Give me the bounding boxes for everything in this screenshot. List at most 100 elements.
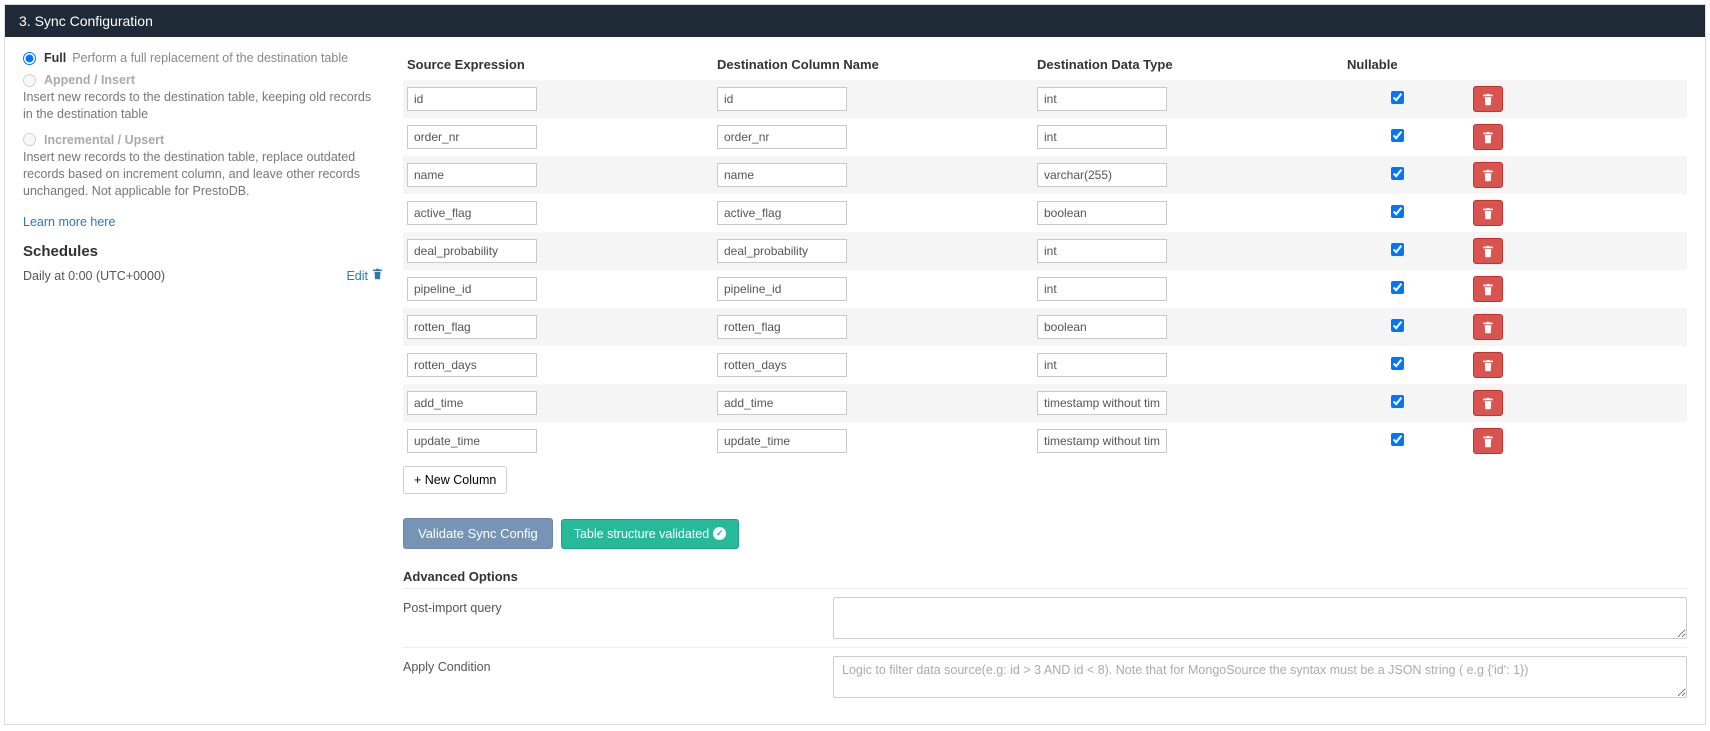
source-expression-input[interactable] — [407, 125, 537, 149]
sync-mode-desc: Insert new records to the destination ta… — [23, 89, 383, 123]
destination-type-input[interactable] — [1037, 429, 1167, 453]
source-expression-input[interactable] — [407, 353, 537, 377]
destination-column-input[interactable] — [717, 125, 847, 149]
table-header-row: Source Expression Destination Column Nam… — [403, 51, 1687, 80]
nullable-checkbox[interactable] — [1391, 319, 1404, 332]
trash-icon — [1482, 359, 1494, 372]
delete-row-button[interactable] — [1473, 390, 1503, 416]
sync-mode-radio-append — [23, 74, 36, 87]
sync-config-panel: 3. Sync Configuration Full Perform a ful… — [4, 4, 1706, 725]
destination-column-input[interactable] — [717, 87, 847, 111]
learn-more-link[interactable]: Learn more here — [23, 215, 115, 229]
delete-row-button[interactable] — [1473, 200, 1503, 226]
col-header-nullable: Nullable — [1347, 57, 1447, 72]
nullable-checkbox[interactable] — [1391, 205, 1404, 218]
destination-type-input[interactable] — [1037, 315, 1167, 339]
delete-row-button[interactable] — [1473, 238, 1503, 264]
table-row — [403, 384, 1687, 422]
destination-type-input[interactable] — [1037, 87, 1167, 111]
new-column-button[interactable]: + New Column — [403, 466, 507, 494]
validation-status-badge: Table structure validated ✓ — [561, 519, 740, 549]
destination-column-input[interactable] — [717, 239, 847, 263]
edit-schedule-link[interactable]: Edit — [346, 268, 383, 283]
source-expression-input[interactable] — [407, 315, 537, 339]
destination-type-input[interactable] — [1037, 239, 1167, 263]
destination-type-input[interactable] — [1037, 353, 1167, 377]
delete-row-button[interactable] — [1473, 276, 1503, 302]
nullable-checkbox[interactable] — [1391, 395, 1404, 408]
nullable-checkbox[interactable] — [1391, 167, 1404, 180]
sync-mode-full[interactable]: Full Perform a full replacement of the d… — [23, 51, 383, 65]
source-expression-input[interactable] — [407, 239, 537, 263]
sync-mode-inline-desc: Perform a full replacement of the destin… — [72, 51, 348, 65]
delete-row-button[interactable] — [1473, 162, 1503, 188]
advanced-options-heading: Advanced Options — [403, 569, 1687, 584]
delete-row-button[interactable] — [1473, 428, 1503, 454]
destination-column-input[interactable] — [717, 201, 847, 225]
advanced-option-row: Post-import query — [403, 588, 1687, 647]
schedule-row: Daily at 0:00 (UTC+0000) Edit — [23, 268, 383, 283]
source-expression-input[interactable] — [407, 87, 537, 111]
destination-column-input[interactable] — [717, 163, 847, 187]
trash-icon — [1482, 207, 1494, 220]
trash-icon — [372, 268, 383, 283]
validate-sync-config-button[interactable]: Validate Sync Config — [403, 518, 553, 549]
destination-column-input[interactable] — [717, 277, 847, 301]
delete-row-button[interactable] — [1473, 314, 1503, 340]
sync-mode-radio-full[interactable] — [23, 52, 36, 65]
button-row: Validate Sync Config Table structure val… — [403, 518, 1687, 549]
destination-type-input[interactable] — [1037, 277, 1167, 301]
destination-type-input[interactable] — [1037, 201, 1167, 225]
nullable-checkbox[interactable] — [1391, 243, 1404, 256]
destination-column-input[interactable] — [717, 391, 847, 415]
destination-type-input[interactable] — [1037, 163, 1167, 187]
trash-icon — [1482, 169, 1494, 182]
sidebar: Full Perform a full replacement of the d… — [23, 51, 403, 706]
trash-icon — [1482, 131, 1494, 144]
nullable-checkbox[interactable] — [1391, 433, 1404, 446]
col-header-type: Destination Data Type — [1037, 57, 1347, 72]
destination-column-input[interactable] — [717, 353, 847, 377]
nullable-checkbox[interactable] — [1391, 129, 1404, 142]
schedule-text: Daily at 0:00 (UTC+0000) — [23, 269, 165, 283]
source-expression-input[interactable] — [407, 163, 537, 187]
sync-mode-radio-incremental — [23, 133, 36, 146]
sync-mode-label: Append / Insert — [44, 73, 135, 87]
table-row — [403, 270, 1687, 308]
source-expression-input[interactable] — [407, 201, 537, 225]
destination-type-input[interactable] — [1037, 125, 1167, 149]
nullable-checkbox[interactable] — [1391, 281, 1404, 294]
source-expression-input[interactable] — [407, 391, 537, 415]
table-row — [403, 194, 1687, 232]
advanced-option-label: Post-import query — [403, 597, 833, 639]
delete-row-button[interactable] — [1473, 86, 1503, 112]
nullable-checkbox[interactable] — [1391, 91, 1404, 104]
trash-icon — [1482, 397, 1494, 410]
trash-icon — [1482, 435, 1494, 448]
advanced-option-textarea[interactable] — [833, 656, 1687, 698]
trash-icon — [1482, 321, 1494, 334]
destination-column-input[interactable] — [717, 429, 847, 453]
sync-mode-append: Append / Insert — [23, 73, 383, 87]
panel-title: 3. Sync Configuration — [5, 5, 1705, 37]
trash-icon — [1482, 93, 1494, 106]
col-header-source: Source Expression — [407, 57, 717, 72]
sync-mode-label: Incremental / Upsert — [44, 133, 164, 147]
delete-row-button[interactable] — [1473, 352, 1503, 378]
advanced-option-textarea[interactable] — [833, 597, 1687, 639]
destination-column-input[interactable] — [717, 315, 847, 339]
main-content: Source Expression Destination Column Nam… — [403, 51, 1687, 706]
delete-row-button[interactable] — [1473, 124, 1503, 150]
edit-label: Edit — [346, 269, 368, 283]
nullable-checkbox[interactable] — [1391, 357, 1404, 370]
check-circle-icon: ✓ — [713, 527, 726, 540]
panel-body: Full Perform a full replacement of the d… — [5, 37, 1705, 724]
sync-mode-label: Full — [44, 51, 66, 65]
source-expression-input[interactable] — [407, 277, 537, 301]
table-row — [403, 232, 1687, 270]
table-row — [403, 118, 1687, 156]
destination-type-input[interactable] — [1037, 391, 1167, 415]
table-row — [403, 422, 1687, 460]
table-row — [403, 156, 1687, 194]
source-expression-input[interactable] — [407, 429, 537, 453]
